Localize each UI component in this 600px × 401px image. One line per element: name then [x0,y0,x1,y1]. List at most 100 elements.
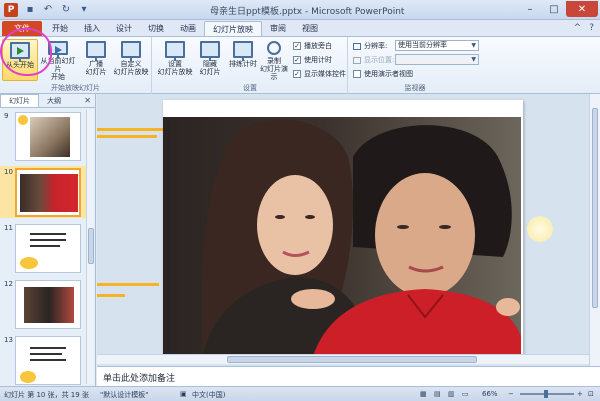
checkbox-checked-icon: ✓ [293,70,301,78]
notes-pane[interactable]: 单击此处添加备注 [97,366,600,386]
thumbnail-photo [20,174,78,212]
group-monitors: 分辨率: 使用当前分辨率 ▼ 显示位置: ▼ 使用演示者视图 监视器 [349,37,481,94]
close-pane-icon[interactable]: ✕ [84,96,91,105]
slide-editor [97,94,589,366]
zoom-out-icon[interactable]: − [508,390,514,398]
zoom-knob[interactable] [544,390,548,398]
tab-view[interactable]: 视图 [294,21,326,36]
record-slide-show-button[interactable]: 录制 幻灯片演示 [259,39,289,81]
group-setup: 设置 幻灯片放映 隐藏 幻灯片 排练计时 录制 幻灯片演示 ✓ 播放旁白 ✓ 使… [153,37,348,94]
rehearse-timings-button[interactable]: 排练计时 [225,39,261,81]
save-icon[interactable]: ▪ [24,4,36,16]
minimize-ribbon-icon[interactable]: ^ [574,23,582,33]
tab-review[interactable]: 审阅 [262,21,294,36]
use-timings-checkbox[interactable]: ✓ 使用计时 [293,55,332,65]
current-slide[interactable] [163,100,523,356]
resolution-label: 分辨率: [353,41,387,51]
from-current-slide-button[interactable]: 从当前幻灯片 开始 [38,39,78,81]
tab-slide-show[interactable]: 幻灯片放映 [204,21,262,36]
hide-slide-button[interactable]: 隐藏 幻灯片 [195,39,225,81]
tab-file[interactable]: 文件 [2,21,42,36]
maximize-icon[interactable]: □ [542,1,566,17]
language-indicator: 中文(中国) [192,391,226,399]
help-icon[interactable]: ? [589,23,594,33]
slide-thumbnail[interactable] [15,336,81,385]
slide-counter: 幻灯片 第 10 张，共 19 张 [4,391,89,399]
flower-decoration-icon [20,257,38,269]
from-beginning-button[interactable]: 从头开始 [2,39,38,81]
slide-thumbnail[interactable] [15,168,81,217]
show-on-label: 显示位置: [353,55,394,65]
slideshow-view-icon[interactable]: ▭ [462,390,469,398]
slide-thumbnail-row[interactable]: 9 [0,110,86,162]
decorative-stripe [97,135,157,138]
custom-slide-show-button[interactable]: 自定义 幻灯片放映 [112,39,150,81]
slideshow-current-icon [48,41,68,58]
slide-thumbnail-row[interactable]: 10 [0,166,86,218]
fit-to-window-icon[interactable]: ⊡ [588,390,594,398]
set-up-slide-show-button[interactable]: 设置 幻灯片放映 [155,39,195,81]
decorative-stripe [97,294,125,297]
editor-vertical-scrollbar[interactable] [589,94,600,366]
slide-thumbnail[interactable] [15,112,81,161]
ribbon-tabs: 文件 开始 插入 设计 切换 动画 幻灯片放映 审阅 视图 ^ ? [0,20,600,36]
zoom-in-icon[interactable]: + [577,390,583,398]
tab-right-controls: ^ ? [574,23,594,33]
tab-design[interactable]: 设计 [108,21,140,36]
slide-thumbnail-row[interactable]: 11 [0,222,86,274]
custom-show-icon [121,41,141,61]
close-icon[interactable]: ✕ [566,1,598,17]
quick-access-toolbar: P ▪ ↶ ↻ ▾ [4,3,90,17]
pane-tabs: 幻灯片 大纲 ✕ [0,94,95,108]
slide-thumbnail[interactable] [15,224,81,273]
monitor-icon [353,56,361,64]
reading-view-icon[interactable]: ▥ [448,390,455,398]
status-bar: 幻灯片 第 10 张，共 19 张 "默认设计模板" ▣ 中文(中国) ▦ ▤ … [0,386,600,401]
slide-photo[interactable] [163,117,521,356]
tab-outline[interactable]: 大纲 [39,95,69,107]
rehearse-icon [233,41,253,61]
editor-horizontal-scrollbar[interactable] [97,354,589,364]
tab-slides[interactable]: 幻灯片 [0,94,39,107]
minimize-icon[interactable]: – [518,1,542,17]
window-title: 母亲生日ppt模板.pptx - Microsoft PowerPoint [210,7,405,17]
undo-icon[interactable]: ↶ [42,4,54,16]
scrollbar-thumb[interactable] [227,356,477,363]
checkbox-checked-icon: ✓ [293,56,301,64]
slide-thumbnail[interactable] [15,280,81,329]
tab-home[interactable]: 开始 [44,21,76,36]
flower-decoration-icon [527,216,553,242]
play-narrations-checkbox[interactable]: ✓ 播放旁白 [293,41,332,51]
hide-slide-icon [200,41,220,61]
slide-thumbnail-row[interactable]: 13 [0,334,86,386]
slide-thumbnail-row[interactable]: 12 [0,278,86,330]
presenter-view-checkbox[interactable]: 使用演示者视图 [353,69,413,79]
window-controls: – □ ✕ [518,1,598,17]
slide-sorter-icon[interactable]: ▤ [434,390,441,398]
resolution-dropdown[interactable]: 使用当前分辨率 ▼ [395,40,479,51]
zoom-slider[interactable] [520,390,574,398]
tab-insert[interactable]: 插入 [76,21,108,36]
language-icon: ▣ [180,390,187,398]
tab-transitions[interactable]: 切换 [140,21,172,36]
group-label-start: 开始放映幻灯片 [51,84,100,92]
redo-icon[interactable]: ↻ [60,4,72,16]
scrollbar-thumb[interactable] [592,108,598,308]
checkbox-checked-icon: ✓ [293,42,301,50]
flower-decoration-icon [20,371,36,383]
chevron-down-icon: ▼ [471,42,476,49]
chevron-down-icon: ▼ [471,56,476,63]
group-label-setup: 设置 [243,84,257,92]
show-on-dropdown[interactable]: ▼ [395,54,479,65]
broadcast-slide-show-button[interactable]: 广播 幻灯片 [78,39,114,81]
show-media-controls-checkbox[interactable]: ✓ 显示媒体控件 [293,69,346,79]
tab-animations[interactable]: 动画 [172,21,204,36]
slides-pane-scrollbar[interactable] [86,110,94,384]
customize-qat-icon[interactable]: ▾ [78,4,90,16]
decorative-stripe [97,283,159,286]
notes-placeholder: 单击此处添加备注 [103,374,176,384]
normal-view-icon[interactable]: ▦ [420,390,427,398]
zoom-level[interactable]: 66% [482,390,498,398]
thumbnail-photo [24,287,74,323]
scrollbar-thumb[interactable] [88,228,94,264]
